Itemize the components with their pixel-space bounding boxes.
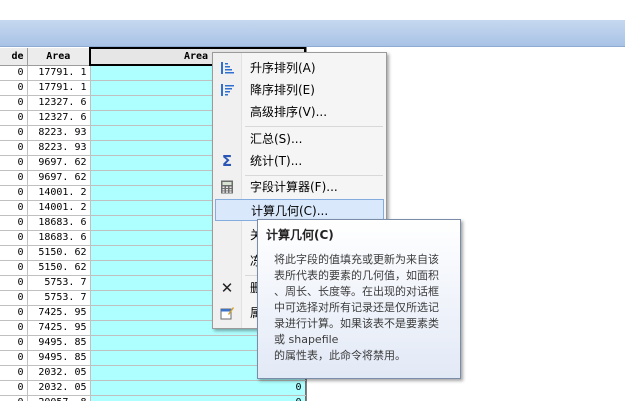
cell-area[interactable]: 9495. 85 <box>27 335 91 351</box>
menu-item-label: 字段计算器(F)... <box>250 180 338 194</box>
cell-code[interactable]: 0 <box>0 350 28 366</box>
menu-item-field-calculator[interactable]: 字段计算器(F)... <box>215 176 384 198</box>
menu-item-label: 降序排列(E) <box>250 83 315 97</box>
window-title-bar <box>0 20 625 47</box>
cell-area[interactable]: 5753. 7 <box>27 275 91 291</box>
sort-descending-icon <box>220 83 234 97</box>
cell-code[interactable]: 0 <box>0 65 28 81</box>
cell-area[interactable]: 17791. 1 <box>27 80 91 96</box>
cell-code[interactable]: 0 <box>0 140 28 156</box>
cell-code[interactable]: 0 <box>0 320 28 336</box>
menu-item-label: 汇总(S)... <box>250 132 303 146</box>
cell-area[interactable]: 18683. 6 <box>27 230 91 246</box>
cell-code[interactable]: 0 <box>0 80 28 96</box>
cell-area-selected[interactable]: 0 <box>90 380 306 396</box>
cell-area[interactable]: 5150. 62 <box>27 260 91 276</box>
cell-area[interactable]: 7425. 95 <box>27 320 91 336</box>
calculator-icon <box>220 180 234 194</box>
menu-item-label: 高级排序(V)... <box>250 105 328 119</box>
tooltip-body: 将此字段的值填充或更新为来自该 表所代表的要素的几何值，如面积 、周长、长度等。… <box>274 253 439 362</box>
cell-code[interactable]: 0 <box>0 170 28 186</box>
cell-code[interactable]: 0 <box>0 275 28 291</box>
cell-code[interactable]: 0 <box>0 215 28 231</box>
cell-code[interactable]: 0 <box>0 125 28 141</box>
column-header-code[interactable]: de <box>0 48 28 66</box>
menu-separator <box>245 126 383 127</box>
cell-area[interactable]: 5753. 7 <box>27 290 91 306</box>
cell-area[interactable]: 7425. 95 <box>27 305 91 321</box>
menu-item-statistics[interactable]: Σ 统计(T)... <box>215 150 384 172</box>
cell-area[interactable]: 9697. 62 <box>27 155 91 171</box>
menu-item-advanced-sort[interactable]: 高级排序(V)... <box>215 101 384 123</box>
menu-item-summarize[interactable]: 汇总(S)... <box>215 128 384 150</box>
cell-code[interactable]: 0 <box>0 260 28 276</box>
table-row[interactable]: 02032. 050 <box>0 380 306 396</box>
cell-area-selected[interactable]: 0 <box>90 395 306 401</box>
menu-item-label: 统计(T)... <box>250 154 303 168</box>
cell-code[interactable]: 0 <box>0 200 28 216</box>
cell-code[interactable]: 0 <box>0 365 28 381</box>
cell-area[interactable]: 5150. 62 <box>27 245 91 261</box>
cell-area[interactable]: 8223. 93 <box>27 140 91 156</box>
cell-code[interactable]: 0 <box>0 305 28 321</box>
cell-code[interactable]: 0 <box>0 290 28 306</box>
cell-code[interactable]: 0 <box>0 395 28 401</box>
tooltip-title: 计算几何(C) <box>266 228 334 242</box>
cell-code[interactable]: 0 <box>0 95 28 111</box>
cell-area[interactable]: 17791. 1 <box>27 65 91 81</box>
cell-code[interactable]: 0 <box>0 155 28 171</box>
cell-area[interactable]: 2032. 05 <box>27 365 91 381</box>
cell-code[interactable]: 0 <box>0 335 28 351</box>
sigma-icon: Σ <box>221 152 233 170</box>
cell-code[interactable]: 0 <box>0 230 28 246</box>
menu-item-sort-descending[interactable]: 降序排列(E) <box>215 79 384 101</box>
cell-code[interactable]: 0 <box>0 110 28 126</box>
cell-area[interactable]: 14001. 2 <box>27 185 91 201</box>
cell-area[interactable]: 9697. 62 <box>27 170 91 186</box>
cell-area[interactable]: 9495. 85 <box>27 350 91 366</box>
menu-item-sort-ascending[interactable]: 升序排列(A) <box>215 57 384 79</box>
table-row[interactable]: 020057. 80 <box>0 395 306 401</box>
cell-area[interactable]: 14001. 2 <box>27 200 91 216</box>
cell-code[interactable]: 0 <box>0 245 28 261</box>
cell-code[interactable]: 0 <box>0 380 28 396</box>
sort-ascending-icon <box>220 61 234 75</box>
delete-x-icon: ✕ <box>220 279 234 297</box>
cell-area[interactable]: 12327. 6 <box>27 95 91 111</box>
menu-item-calculate-geometry[interactable]: 计算几何(C)... <box>215 199 384 221</box>
menu-item-label: 升序排列(A) <box>250 61 316 75</box>
column-header-area[interactable]: Area <box>27 48 91 66</box>
cell-area[interactable]: 12327. 6 <box>27 110 91 126</box>
cell-area[interactable]: 20057. 8 <box>27 395 91 401</box>
cell-area[interactable]: 18683. 6 <box>27 215 91 231</box>
properties-icon <box>220 306 234 320</box>
tooltip-calculate-geometry: 计算几何(C) 将此字段的值填充或更新为来自该 表所代表的要素的几何值，如面积 … <box>257 219 461 379</box>
cell-area[interactable]: 8223. 93 <box>27 125 91 141</box>
cell-area[interactable]: 2032. 05 <box>27 380 91 396</box>
cell-code[interactable]: 0 <box>0 185 28 201</box>
